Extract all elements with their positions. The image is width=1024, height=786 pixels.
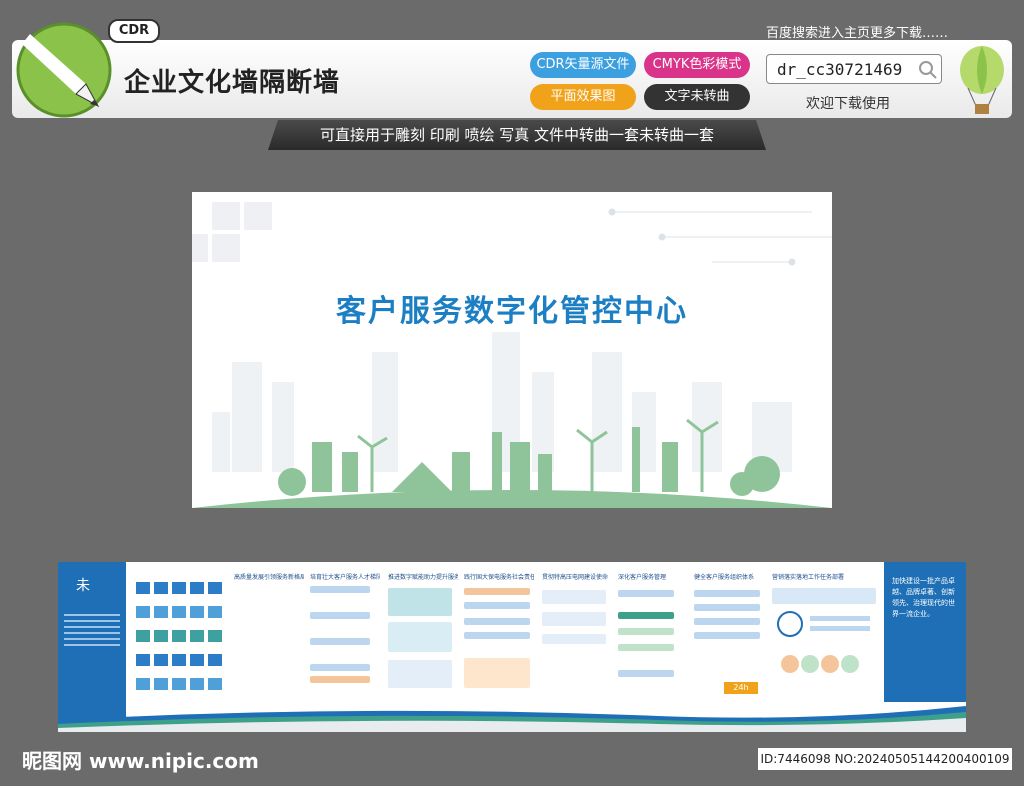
strip-column-4: 践行国大保电服务社会责任 <box>464 572 534 712</box>
page-title: 企业文化墙隔断墙 <box>124 68 341 98</box>
cdr-source-pill: CDR矢量源文件 <box>530 52 636 78</box>
search-input[interactable]: dr_cc30721469 <box>766 54 942 84</box>
text-not-curved-pill: 文字未转曲 <box>644 84 750 110</box>
main-design-panel: 客户服务数字化管控中心 <box>192 192 832 508</box>
strip-bottom-wave <box>58 706 966 732</box>
hot-air-balloon-icon <box>960 46 1004 114</box>
logo-icon: 未 <box>76 578 90 594</box>
top-right-text: 百度搜索进入主页更多下载…… <box>766 26 949 41</box>
column-title: 推进数字赋能助力提升服务质效 <box>388 574 458 581</box>
strip-right-text: 加快建设一批产品卓越、品牌卓著、创新领先、治理现代的世界一流企业。 <box>892 577 955 618</box>
svg-text:未: 未 <box>76 578 90 594</box>
strip-preview: 未 高质量发展引领服务新格局 培育壮大客户服务人才梯队 推进数字赋能助力提升服务… <box>58 562 966 732</box>
welcome-text: 欢迎下载使用 <box>806 96 890 112</box>
column-title: 贯彻特高压电网建设使命 <box>542 574 609 581</box>
cmyk-pill: CMYK色彩模式 <box>644 52 750 78</box>
city-skyline-illustration <box>192 202 832 508</box>
strip-column-6: 深化客户服务管理 <box>618 572 688 712</box>
strip-column-5: 贯彻特高压电网建设使命 <box>542 572 612 712</box>
strip-column-2: 培育壮大客户服务人才梯队 <box>310 572 380 712</box>
column-title: 健全客户服务组织体系 <box>694 574 755 581</box>
strip-column-3: 推进数字赋能助力提升服务质效 <box>388 572 458 712</box>
cdr-tag: CDR <box>108 19 160 43</box>
column-title: 践行国大保电服务社会责任 <box>464 574 534 581</box>
strip-column-1: 高质量发展引领服务新格局 <box>234 572 304 712</box>
image-id: ID:7446098 NO:20240505144200400109 <box>758 748 1012 770</box>
column-title: 营销落实落地工作任务部署 <box>772 574 845 581</box>
flat-effect-pill: 平面效果图 <box>530 84 636 110</box>
column-title: 深化客户服务管理 <box>618 574 667 581</box>
search-icon[interactable] <box>918 60 938 80</box>
circle-diagram-icon <box>777 611 870 673</box>
site-watermark: 昵图网 www.nipic.com <box>22 749 259 773</box>
panel-title: 客户服务数字化管控中心 <box>336 294 688 329</box>
strip-right-panel: 加快建设一批产品卓越、品牌卓著、创新领先、治理现代的世界一流企业。 <box>884 562 966 702</box>
column-title: 培育壮大客户服务人才梯队 <box>310 574 380 581</box>
cdr-pencil-logo-icon <box>16 22 112 118</box>
column-title: 高质量发展引领服务新格局 <box>234 574 304 581</box>
strip-column-7: 健全客户服务组织体系 24h <box>694 572 764 712</box>
feature-subbar: 可直接用于雕刻 印刷 喷绘 写真 文件中转曲一套未转曲一套 <box>268 120 766 150</box>
strip-column-squares <box>136 572 226 712</box>
badge-24h: 24h <box>724 682 758 694</box>
strip-column-8: 营销落实落地工作任务部署 <box>772 572 876 712</box>
